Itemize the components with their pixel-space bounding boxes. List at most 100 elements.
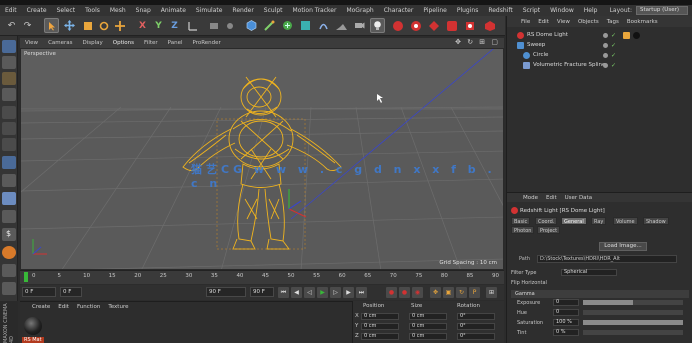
viewport-menu-view[interactable]: View	[20, 40, 43, 46]
start-frame-field[interactable]: 0 F	[22, 287, 56, 297]
rotation-p-field[interactable]: 0°	[457, 323, 495, 330]
tab-basic[interactable]: Basic	[511, 217, 531, 225]
object-row-circle[interactable]: Circle ✓	[507, 51, 692, 60]
object-menu-edit[interactable]: Edit	[534, 19, 553, 25]
scale-tool-icon[interactable]	[80, 18, 95, 33]
menu-item-select[interactable]: Select	[52, 7, 81, 14]
menu-item-script[interactable]: Script	[518, 7, 545, 14]
visibility-dot-icon[interactable]	[603, 33, 608, 38]
menu-item-create[interactable]: Create	[22, 7, 52, 14]
render-view-icon[interactable]	[206, 18, 221, 33]
attribute-menu-edit[interactable]: Edit	[542, 195, 561, 201]
undo-icon[interactable]: ↶	[4, 18, 19, 33]
tweak-mode-icon[interactable]	[2, 174, 16, 187]
saturation-field[interactable]: 100 %	[553, 319, 579, 326]
gamma-section-header[interactable]: Gamma	[511, 290, 689, 298]
object-row-fracture-spline[interactable]: Volumetric Fracture Spline ✓	[507, 61, 692, 70]
viewport-menu-panel[interactable]: Panel	[163, 40, 188, 46]
max-frame-field[interactable]: 90 F	[206, 287, 246, 297]
hue-field[interactable]: 0	[553, 309, 579, 316]
visibility-dot-icon[interactable]	[603, 53, 608, 58]
move-tool-icon[interactable]	[62, 18, 77, 33]
redshift-camera-icon[interactable]	[462, 18, 477, 33]
select-tool-icon[interactable]	[44, 18, 59, 33]
enabled-check-icon[interactable]: ✓	[611, 62, 616, 69]
timeline-playhead[interactable]	[24, 272, 28, 282]
dollar-icon[interactable]: $	[2, 228, 16, 241]
size-z-field[interactable]: 0 cm	[409, 333, 447, 340]
lock-icon[interactable]	[2, 210, 16, 223]
autokey-icon[interactable]: ●	[399, 287, 410, 298]
object-row-rs-dome-light[interactable]: RS Dome Light ✓	[507, 31, 692, 40]
position-y-field[interactable]: 0 cm	[361, 323, 399, 330]
keyframe-selection-icon[interactable]: ◉	[412, 287, 423, 298]
light-icon[interactable]	[370, 18, 385, 33]
redshift-proxy-icon[interactable]	[482, 18, 497, 33]
points-mode-icon[interactable]	[2, 106, 16, 119]
object-menu-view[interactable]: View	[553, 19, 574, 25]
tab-shadow[interactable]: Shadow	[643, 217, 669, 225]
visibility-dot-icon[interactable]	[603, 43, 608, 48]
viewport-menu-display[interactable]: Display	[78, 40, 108, 46]
camera-icon[interactable]	[352, 18, 367, 33]
material-swatch[interactable]	[24, 317, 42, 335]
snap-icon[interactable]	[2, 192, 16, 205]
material-menu-edit[interactable]: Edit	[54, 304, 73, 310]
size-x-field[interactable]: 0 cm	[409, 313, 447, 320]
redshift-material-icon[interactable]	[444, 18, 459, 33]
tab-volume[interactable]: Volume	[613, 217, 638, 225]
menu-item-edit[interactable]: Edit	[0, 7, 22, 14]
play-icon[interactable]: ▶	[317, 287, 328, 298]
tab-project[interactable]: Project	[537, 226, 561, 234]
goto-start-icon[interactable]: ⏮	[278, 287, 289, 298]
attribute-menu-user-data[interactable]: User Data	[561, 195, 596, 201]
size-y-field[interactable]: 0 cm	[409, 323, 447, 330]
rotate-tool-icon[interactable]	[96, 18, 111, 33]
enabled-check-icon[interactable]: ✓	[611, 32, 616, 39]
cube-icon[interactable]	[244, 18, 259, 33]
menu-item-render[interactable]: Render	[227, 7, 258, 14]
key-pla-icon[interactable]: ⊞	[486, 287, 497, 298]
key-parameter-icon[interactable]: P	[469, 287, 480, 298]
rotation-h-field[interactable]: 0°	[457, 313, 495, 320]
object-menu-tags[interactable]: Tags	[603, 19, 623, 25]
position-z-field[interactable]: 0 cm	[361, 333, 399, 340]
tab-photon[interactable]: Photon	[511, 226, 535, 234]
coordinate-system-icon[interactable]	[185, 18, 200, 33]
hue-slider[interactable]	[583, 310, 683, 315]
material-tag-icon[interactable]	[633, 32, 640, 39]
menu-item-help[interactable]: Help	[579, 7, 603, 14]
perspective-viewport[interactable]: Perspective 猫艺CG w w w . c g d n x x f b…	[20, 48, 504, 270]
goto-end-icon[interactable]: ⏭	[356, 287, 367, 298]
viewport-menu-prorender[interactable]: ProRender	[188, 40, 226, 46]
menu-item-snap[interactable]: Snap	[131, 7, 156, 14]
scene-icon[interactable]	[334, 18, 349, 33]
key-rotation-icon[interactable]: ↻	[456, 287, 467, 298]
menu-item-simulate[interactable]: Simulate	[191, 7, 228, 14]
timeline-ruler[interactable]: 0 5 10 15 20 25 30 35 40 45 50 55 60 65 70 75 80 85 90	[20, 270, 504, 284]
redshift-render-icon[interactable]	[390, 18, 405, 33]
position-x-field[interactable]: 0 cm	[361, 313, 399, 320]
material-menu-texture[interactable]: Texture	[104, 304, 132, 310]
grid-icon[interactable]	[2, 264, 16, 277]
menu-item-pipeline[interactable]: Pipeline	[418, 7, 451, 14]
next-frame-icon[interactable]: ▷	[330, 287, 341, 298]
cloner-icon[interactable]	[298, 18, 313, 33]
menu-item-plugins[interactable]: Plugins	[452, 7, 484, 14]
prev-key-icon[interactable]: ◀	[291, 287, 302, 298]
object-menu-objects[interactable]: Objects	[574, 19, 603, 25]
subdivision-icon[interactable]	[280, 18, 295, 33]
model-mode-icon[interactable]	[2, 56, 16, 69]
render-settings-icon[interactable]	[222, 18, 237, 33]
texture-mode-icon[interactable]	[2, 72, 16, 85]
layers-icon[interactable]	[2, 282, 16, 295]
viewport-menu-options[interactable]: Options	[108, 40, 139, 46]
viewport-menu-cameras[interactable]: Cameras	[43, 40, 77, 46]
object-row-sweep[interactable]: Sweep ✓	[507, 41, 692, 50]
prev-frame-icon[interactable]: ◁	[304, 287, 315, 298]
redshift-light-icon[interactable]	[426, 18, 441, 33]
menu-item-animate[interactable]: Animate	[156, 7, 191, 14]
menu-item-motion-tracker[interactable]: Motion Tracker	[288, 7, 342, 14]
menu-item-window[interactable]: Window	[545, 7, 579, 14]
viewport-menu-filter[interactable]: Filter	[139, 40, 163, 46]
